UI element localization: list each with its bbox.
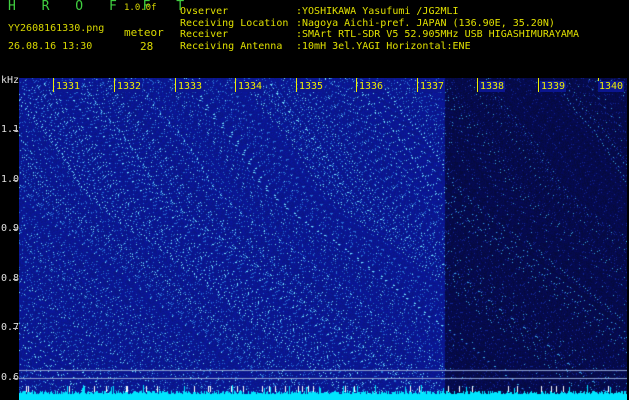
x-tick-label: 1339 <box>540 81 567 92</box>
info-key: Receiver <box>180 29 229 40</box>
version-label: 1.0.0f <box>124 3 157 13</box>
info-row-antenna: Receiving Antenna :10mH 3el.YAGI Horizont… <box>180 41 579 53</box>
filename-label: YY2608161330.png <box>8 23 105 34</box>
app-logo: H R O F F T <box>8 0 194 14</box>
x-tick <box>417 78 418 92</box>
x-tick-label: 1340 <box>598 81 625 92</box>
x-tick-label: 1331 <box>55 81 82 92</box>
info-value: :Nagoya Aichi-pref. JAPAN (136.90E, 35.2… <box>296 17 555 29</box>
info-key: Ovserver <box>180 6 229 17</box>
info-row-observer: Ovserver :YOSHIKAWA Yasufumi /JG2MLI <box>180 6 579 18</box>
info-key: Receiving Location <box>180 17 289 29</box>
x-tick-label: 1335 <box>298 81 325 92</box>
x-tick <box>356 78 357 92</box>
y-tick <box>13 180 18 181</box>
y-tick <box>13 328 18 329</box>
info-row-location: Receiving Location :Nagoya Aichi-pref. JA… <box>180 18 579 30</box>
x-tick <box>296 78 297 92</box>
info-value: :10mH 3el.YAGI Horizontal:ENE <box>296 40 471 52</box>
x-tick-label: 1338 <box>479 81 506 92</box>
datetime-label: 26.08.16 13:30 <box>8 41 93 52</box>
x-tick-label: 1333 <box>177 81 204 92</box>
x-tick-label: 1334 <box>237 81 264 92</box>
x-tick <box>114 78 115 92</box>
station-info: Ovserver :YOSHIKAWA Yasufumi /JG2MLI Rece… <box>180 6 579 52</box>
info-key: Receiving Antenna <box>180 40 283 52</box>
meteor-count: 28 <box>140 40 154 53</box>
y-tick <box>13 130 18 131</box>
info-row-receiver: Receiver :SMArt RTL-SDR V5 52.905MHz USB … <box>180 29 579 41</box>
y-tick <box>13 229 18 230</box>
x-tick <box>477 78 478 92</box>
y-axis-unit: kHz <box>1 75 20 86</box>
info-value: :YOSHIKAWA Yasufumi /JG2MLI <box>296 6 459 17</box>
x-tick-label: 1332 <box>116 81 143 92</box>
x-tick <box>175 78 176 92</box>
x-tick-label: 1336 <box>358 81 385 92</box>
meteor-label: meteor <box>124 26 164 39</box>
info-value: :SMArt RTL-SDR V5 52.905MHz USB HIGASHIM… <box>296 29 579 40</box>
spectrogram-canvas <box>19 78 627 400</box>
y-tick <box>13 378 18 379</box>
x-tick <box>235 78 236 92</box>
x-tick-label: 1337 <box>419 81 446 92</box>
x-tick <box>53 78 54 92</box>
x-tick <box>538 78 539 92</box>
y-tick <box>13 279 18 280</box>
